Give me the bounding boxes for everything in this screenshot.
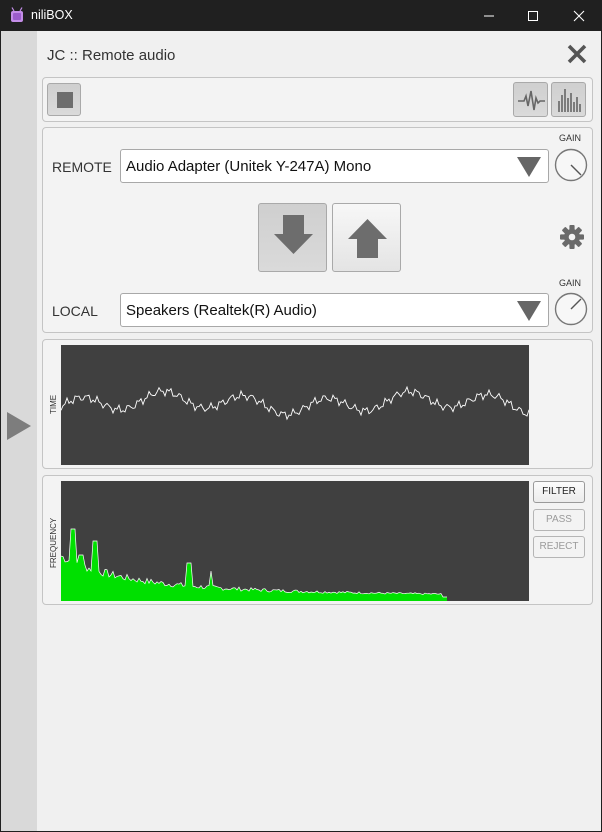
side-strip xyxy=(1,31,37,831)
maximize-icon xyxy=(528,11,538,21)
local-label: LOCAL xyxy=(52,303,98,319)
minimize-button[interactable] xyxy=(466,0,512,31)
download-button[interactable] xyxy=(258,203,327,272)
local-gain-label: GAIN xyxy=(559,278,582,288)
spectrum-icon xyxy=(558,89,581,112)
window-title: niliBOX xyxy=(31,8,73,22)
stop-button[interactable] xyxy=(47,83,81,116)
chevron-down-icon xyxy=(517,301,541,321)
waveform-line xyxy=(60,385,530,421)
minimize-icon xyxy=(484,15,494,17)
chevron-down-icon xyxy=(517,157,541,177)
title-bar: niliBOX xyxy=(0,0,602,31)
stop-icon xyxy=(57,92,73,108)
remote-device-select[interactable]: Audio Adapter (Unitek Y-247A) Mono xyxy=(120,149,549,183)
spectrum-area xyxy=(61,529,447,601)
app-icon xyxy=(10,7,24,23)
remote-label: REMOTE xyxy=(52,159,112,175)
filter-button[interactable]: FILTER xyxy=(533,481,585,503)
arrow-down-icon xyxy=(274,215,313,254)
time-axis-label: TIME xyxy=(49,394,58,414)
maximize-button[interactable] xyxy=(510,0,556,31)
reject-button[interactable]: REJECT xyxy=(533,536,585,558)
close-icon[interactable] xyxy=(566,43,588,65)
waveform-view-button[interactable] xyxy=(513,82,548,117)
frequency-scope-panel: FREQUENCY FILTER PASS REJECT xyxy=(42,475,593,605)
arrow-up-icon xyxy=(348,219,387,258)
frequency-axis-label: FREQUENCY xyxy=(49,517,58,568)
window-close-button[interactable] xyxy=(556,0,602,31)
remote-gain-label: GAIN xyxy=(559,133,582,143)
spectrum-view-button[interactable] xyxy=(551,82,586,117)
local-gain-knob[interactable] xyxy=(554,292,588,326)
pass-button[interactable]: PASS xyxy=(533,509,585,531)
gear-icon[interactable] xyxy=(559,224,585,250)
local-device-select[interactable]: Speakers (Realtek(R) Audio) xyxy=(120,293,549,327)
client-area: JC :: Remote audio REMOTE Audio Adapter … xyxy=(1,31,601,831)
frequency-scope xyxy=(60,481,529,601)
local-device-value: Speakers (Realtek(R) Audio) xyxy=(126,302,317,319)
close-icon xyxy=(573,10,585,22)
upload-button[interactable] xyxy=(332,203,401,272)
page-title: JC :: Remote audio xyxy=(47,47,176,64)
remote-device-value: Audio Adapter (Unitek Y-247A) Mono xyxy=(126,158,372,175)
waveform-trace xyxy=(60,385,530,421)
routing-panel: REMOTE Audio Adapter (Unitek Y-247A) Mon… xyxy=(42,127,593,333)
toolbar-panel xyxy=(42,77,593,122)
waveform-icon xyxy=(518,90,545,111)
spectrum-trace xyxy=(60,528,447,601)
remote-gain-knob[interactable] xyxy=(554,148,588,182)
time-scope xyxy=(60,345,530,465)
play-triangle-icon[interactable] xyxy=(6,411,32,441)
time-scope-panel: TIME xyxy=(42,339,593,469)
